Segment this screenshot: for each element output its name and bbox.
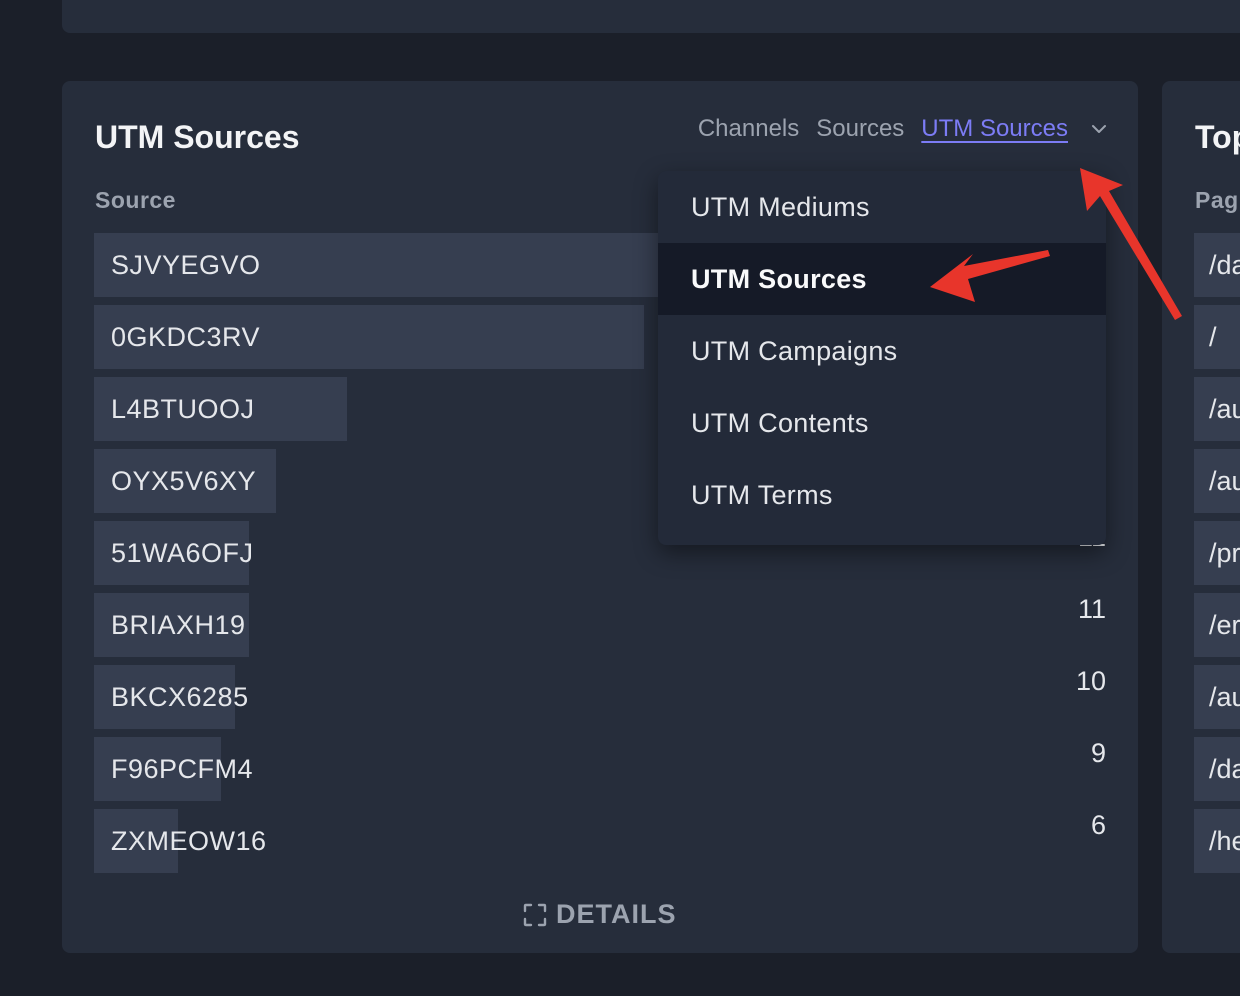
card-title: Top — [1195, 119, 1240, 155]
source-label: OYX5V6XY — [111, 466, 257, 496]
menu-item-utm-sources[interactable]: UTM Sources — [658, 243, 1106, 315]
source-label: 0GKDC3RV — [111, 322, 261, 352]
source-label: BRIAXH19 — [111, 610, 246, 640]
menu-item-utm-mediums[interactable]: UTM Mediums — [658, 171, 1106, 243]
expand-icon — [523, 903, 547, 926]
list-item[interactable]: /he — [1194, 809, 1240, 873]
list-item[interactable]: /au — [1194, 449, 1240, 513]
source-label: SJVYEGVO — [111, 250, 261, 280]
details-button[interactable]: DETAILS — [522, 899, 677, 930]
source-label: BKCX6285 — [111, 682, 249, 712]
list-item[interactable]: /da — [1194, 233, 1240, 297]
chevron-down-icon[interactable] — [1090, 120, 1108, 138]
list-item[interactable]: BRIAXH19 11 — [94, 593, 1106, 657]
list-item[interactable]: /au — [1194, 665, 1240, 729]
list-item[interactable]: /pr — [1194, 521, 1240, 585]
card-title: UTM Sources — [95, 119, 300, 155]
list-item[interactable]: BKCX6285 10 — [94, 665, 1106, 729]
menu-item-utm-contents[interactable]: UTM Contents — [658, 387, 1106, 459]
page-label: /er — [1209, 610, 1240, 640]
source-label: 51WA6OFJ — [111, 538, 254, 568]
page-label: /da — [1209, 754, 1240, 784]
top-card — [62, 0, 1240, 33]
source-label: ZXMEOW16 — [111, 826, 267, 856]
utm-dropdown-menu: UTM Mediums UTM Sources UTM Campaigns UT… — [658, 171, 1106, 545]
page-label: /au — [1209, 466, 1240, 496]
page-label: /da — [1209, 250, 1240, 280]
page-label: /pr — [1209, 538, 1240, 568]
menu-item-utm-terms[interactable]: UTM Terms — [658, 459, 1106, 531]
list-item[interactable]: /au — [1194, 377, 1240, 441]
tab-channels[interactable]: Channels — [698, 115, 799, 143]
source-count: 10 — [1075, 666, 1106, 696]
source-count: 9 — [1090, 738, 1106, 768]
top-pages-card: Top Pag /da / /au /au /pr /er /au /da /h… — [1162, 81, 1240, 953]
page-label: / — [1209, 322, 1217, 352]
column-header-source: Source — [95, 187, 176, 213]
source-count: 6 — [1090, 810, 1106, 840]
list-item[interactable]: F96PCFM4 9 — [94, 737, 1106, 801]
menu-item-utm-campaigns[interactable]: UTM Campaigns — [658, 315, 1106, 387]
list-item[interactable]: ZXMEOW16 6 — [94, 809, 1106, 873]
page-label: /he — [1209, 826, 1240, 856]
tab-utm-sources[interactable]: UTM Sources — [921, 115, 1068, 143]
column-header-page: Pag — [1195, 187, 1239, 213]
source-label: L4BTUOOJ — [111, 394, 255, 424]
source-count: 11 — [1077, 594, 1106, 624]
source-label: F96PCFM4 — [111, 754, 254, 784]
page-label: /au — [1209, 682, 1240, 712]
tab-bar: Channels Sources UTM Sources — [681, 115, 1108, 143]
page-label: /au — [1209, 394, 1240, 424]
list-item[interactable]: /er — [1194, 593, 1240, 657]
list-item[interactable]: / — [1194, 305, 1240, 369]
tab-sources[interactable]: Sources — [816, 115, 904, 143]
list-item[interactable]: /da — [1194, 737, 1240, 801]
details-label: DETAILS — [556, 899, 677, 929]
